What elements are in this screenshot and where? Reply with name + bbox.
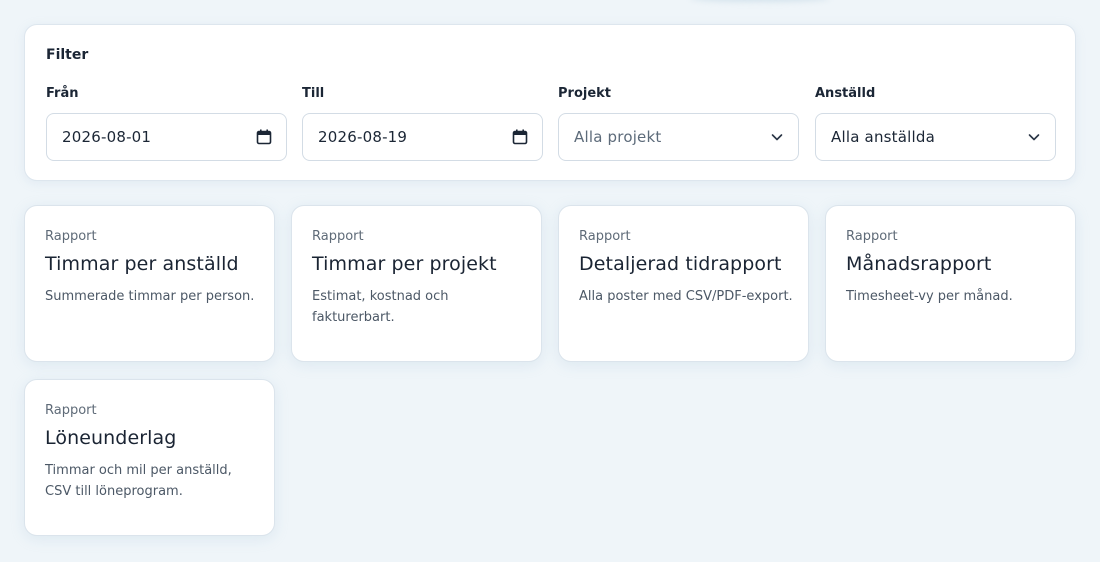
report-kicker: Rapport — [579, 229, 631, 244]
from-date-label: Från — [46, 86, 79, 101]
employee-label: Anställd — [815, 86, 876, 101]
report-kicker: Rapport — [45, 403, 97, 418]
from-date-input[interactable]: 2026-08-01 — [46, 113, 287, 161]
report-title: Timmar per projekt — [312, 253, 497, 275]
report-title: Månadsrapport — [846, 253, 992, 275]
report-kicker: Rapport — [312, 229, 364, 244]
report-title: Detaljerad tidrapport — [579, 253, 782, 275]
to-date-input[interactable]: 2026-08-19 — [302, 113, 543, 161]
employee-select[interactable]: Alla anställda — [815, 113, 1056, 161]
report-description: Timesheet-vy per månad. — [846, 289, 1013, 304]
project-label: Projekt — [558, 86, 612, 101]
report-description: Timmar och mil per anställd, CSV till lö… — [45, 463, 232, 499]
employee-select-value: Alla anställda — [831, 128, 935, 146]
project-select-value: Alla projekt — [574, 128, 662, 146]
report-kicker: Rapport — [846, 229, 898, 244]
report-card-monthly-report[interactable]: Rapport Månadsrapport Timesheet-vy per m… — [825, 205, 1076, 362]
to-date-value: 2026-08-19 — [318, 128, 408, 146]
report-card-hours-per-project[interactable]: Rapport Timmar per projekt Estimat, kost… — [291, 205, 542, 362]
top-shadow-decoration — [690, 0, 830, 2]
to-date-label: Till — [302, 86, 325, 101]
filter-title: Filter — [46, 47, 89, 63]
calendar-icon[interactable] — [256, 129, 272, 145]
report-description: Alla poster med CSV/PDF-export. — [579, 289, 793, 304]
report-title: Timmar per anställd — [45, 253, 239, 275]
report-kicker: Rapport — [45, 229, 97, 244]
chevron-down-icon — [771, 134, 783, 141]
project-field: Projekt Alla projekt — [558, 85, 799, 161]
chevron-down-icon — [1028, 134, 1040, 141]
employee-field: Anställd Alla anställda — [815, 85, 1056, 161]
from-date-field: Från 2026-08-01 — [46, 85, 287, 161]
filter-panel: Filter Från 2026-08-01 Till 2026-08-19 P… — [24, 24, 1076, 181]
report-card-payroll-basis[interactable]: Rapport Löneunderlag Timmar och mil per … — [24, 379, 275, 536]
report-card-detailed-timesheet[interactable]: Rapport Detaljerad tidrapport Alla poste… — [558, 205, 809, 362]
project-select[interactable]: Alla projekt — [558, 113, 799, 161]
report-description: Summerade timmar per person. — [45, 289, 255, 304]
report-card-hours-per-employee[interactable]: Rapport Timmar per anställd Summerade ti… — [24, 205, 275, 362]
from-date-value: 2026-08-01 — [62, 128, 152, 146]
report-title: Löneunderlag — [45, 427, 177, 449]
to-date-field: Till 2026-08-19 — [302, 85, 543, 161]
reports-page: Filter Från 2026-08-01 Till 2026-08-19 P… — [0, 0, 1100, 562]
report-description: Estimat, kostnad och fakturerbart. — [312, 289, 449, 325]
calendar-icon[interactable] — [512, 129, 528, 145]
